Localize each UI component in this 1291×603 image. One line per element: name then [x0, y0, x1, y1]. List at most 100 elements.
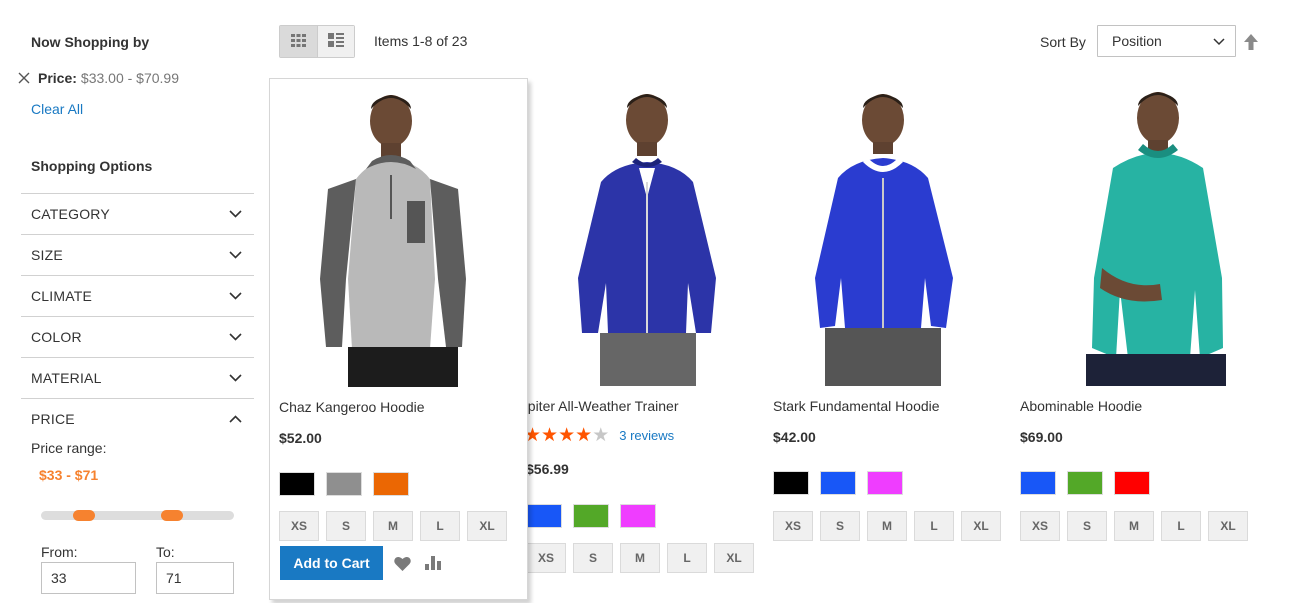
product-image[interactable] [270, 79, 527, 387]
product-price: $56.99 [526, 461, 569, 477]
color-swatch[interactable] [620, 504, 656, 528]
size-option[interactable]: L [914, 511, 954, 541]
color-swatches [1020, 471, 1161, 495]
reviews-link[interactable]: 3 reviews [619, 428, 674, 443]
size-option[interactable]: M [373, 511, 413, 541]
sort-by-select[interactable]: Position [1097, 25, 1236, 57]
filter-size[interactable]: SIZE [21, 234, 254, 275]
sidebar: Now Shopping by Price: $33.00 - $70.99 C… [0, 0, 260, 603]
color-swatch[interactable] [279, 472, 315, 496]
filter-category[interactable]: CATEGORY [21, 193, 254, 234]
now-shopping-title: Now Shopping by [31, 34, 150, 50]
price-filter-panel: Price range: $33 - $71 From: To: [31, 440, 251, 594]
color-swatch[interactable] [1114, 471, 1150, 495]
filter-material[interactable]: MATERIAL [21, 357, 254, 398]
color-swatch[interactable] [326, 472, 362, 496]
size-option[interactable]: XL [714, 543, 754, 573]
size-option[interactable]: XL [1208, 511, 1248, 541]
active-filter-value: $33.00 - $70.99 [80, 70, 180, 86]
price-to-input[interactable] [156, 562, 234, 594]
product-image[interactable] [763, 78, 1022, 386]
sort-by-value: Position [1112, 33, 1162, 49]
size-option[interactable]: XL [961, 511, 1001, 541]
active-filter-label: Price: [38, 70, 77, 86]
size-option[interactable]: L [667, 543, 707, 573]
product-image[interactable] [516, 78, 775, 386]
filter-label: CLIMATE [31, 288, 93, 304]
size-option[interactable]: S [1067, 511, 1107, 541]
list-view-button[interactable] [317, 26, 354, 57]
size-option[interactable]: M [1114, 511, 1154, 541]
size-option[interactable]: XS [526, 543, 566, 573]
color-swatch[interactable] [820, 471, 856, 495]
price-slider-min-handle[interactable] [73, 510, 95, 521]
clear-all-link[interactable]: Clear All [31, 101, 83, 117]
price-range-value: $33 - $71 [39, 467, 99, 483]
size-option[interactable]: XS [279, 511, 319, 541]
product-price: $69.00 [1020, 429, 1063, 445]
product-card-hovered: Chaz Kangeroo Hoodie $52.00 XS S M L XL … [269, 78, 528, 600]
color-swatch[interactable] [526, 504, 562, 528]
product-name[interactable]: Chaz Kangeroo Hoodie [279, 399, 425, 415]
price-from-input[interactable] [41, 562, 136, 594]
size-option[interactable]: L [420, 511, 460, 541]
size-option[interactable]: M [867, 511, 907, 541]
chevron-down-icon [229, 251, 242, 259]
price-range-label: Price range: [31, 440, 107, 456]
list-icon [328, 33, 344, 50]
color-swatch[interactable] [1067, 471, 1103, 495]
color-swatches [279, 472, 420, 496]
size-option[interactable]: XS [773, 511, 813, 541]
price-slider-max-handle[interactable] [161, 510, 183, 521]
chevron-down-icon [229, 292, 242, 300]
arrow-up-icon [1244, 34, 1258, 53]
heart-icon[interactable] [394, 556, 411, 574]
chevron-down-icon [1213, 33, 1225, 49]
product-image[interactable] [1010, 78, 1269, 386]
size-option[interactable]: XL [467, 511, 507, 541]
add-to-cart-button[interactable]: Add to Cart [280, 546, 383, 580]
filter-climate[interactable]: CLIMATE [21, 275, 254, 316]
shopping-options-title: Shopping Options [31, 158, 153, 174]
active-filter: Price: $33.00 - $70.99 [18, 70, 179, 86]
size-options: XS S M L XL [1020, 511, 1255, 541]
chevron-down-icon [229, 210, 242, 218]
color-swatch[interactable] [1020, 471, 1056, 495]
size-option[interactable]: S [573, 543, 613, 573]
filter-label: MATERIAL [31, 370, 102, 386]
filter-label: PRICE [31, 411, 75, 427]
chevron-up-icon [229, 415, 242, 423]
size-option[interactable]: L [1161, 511, 1201, 541]
size-option[interactable]: XS [1020, 511, 1060, 541]
price-slider[interactable] [41, 510, 234, 521]
compare-icon[interactable] [425, 556, 441, 573]
color-swatch[interactable] [867, 471, 903, 495]
size-option[interactable]: S [820, 511, 860, 541]
filter-label: SIZE [31, 247, 63, 263]
color-swatch[interactable] [373, 472, 409, 496]
remove-filter-icon[interactable] [18, 72, 30, 84]
sort-by-label: Sort By [1040, 34, 1086, 50]
color-swatch[interactable] [773, 471, 809, 495]
color-swatch[interactable] [573, 504, 609, 528]
size-options: XS S M L XL [279, 511, 514, 541]
size-option[interactable]: M [620, 543, 660, 573]
size-option[interactable]: S [326, 511, 366, 541]
product-price: $42.00 [773, 429, 816, 445]
size-options: XS S M L XL [526, 543, 761, 573]
grid-view-button[interactable] [280, 26, 317, 57]
product-name[interactable]: Abominable Hoodie [1020, 398, 1142, 414]
items-count: Items 1-8 of 23 [374, 33, 468, 49]
filter-label: CATEGORY [31, 206, 110, 222]
filter-label: COLOR [31, 329, 82, 345]
product-name[interactable]: Stark Fundamental Hoodie [773, 398, 940, 414]
star-icon: ★ [558, 425, 576, 446]
color-swatches [526, 504, 667, 528]
color-swatches [773, 471, 914, 495]
product-name[interactable]: Jupiter All-Weather Trainer [513, 398, 678, 414]
star-icon: ★ [592, 425, 610, 446]
size-options: XS S M L XL [773, 511, 1008, 541]
filter-price[interactable]: PRICE [21, 398, 254, 439]
filter-color[interactable]: COLOR [21, 316, 254, 357]
sort-direction-button[interactable] [1244, 34, 1258, 53]
